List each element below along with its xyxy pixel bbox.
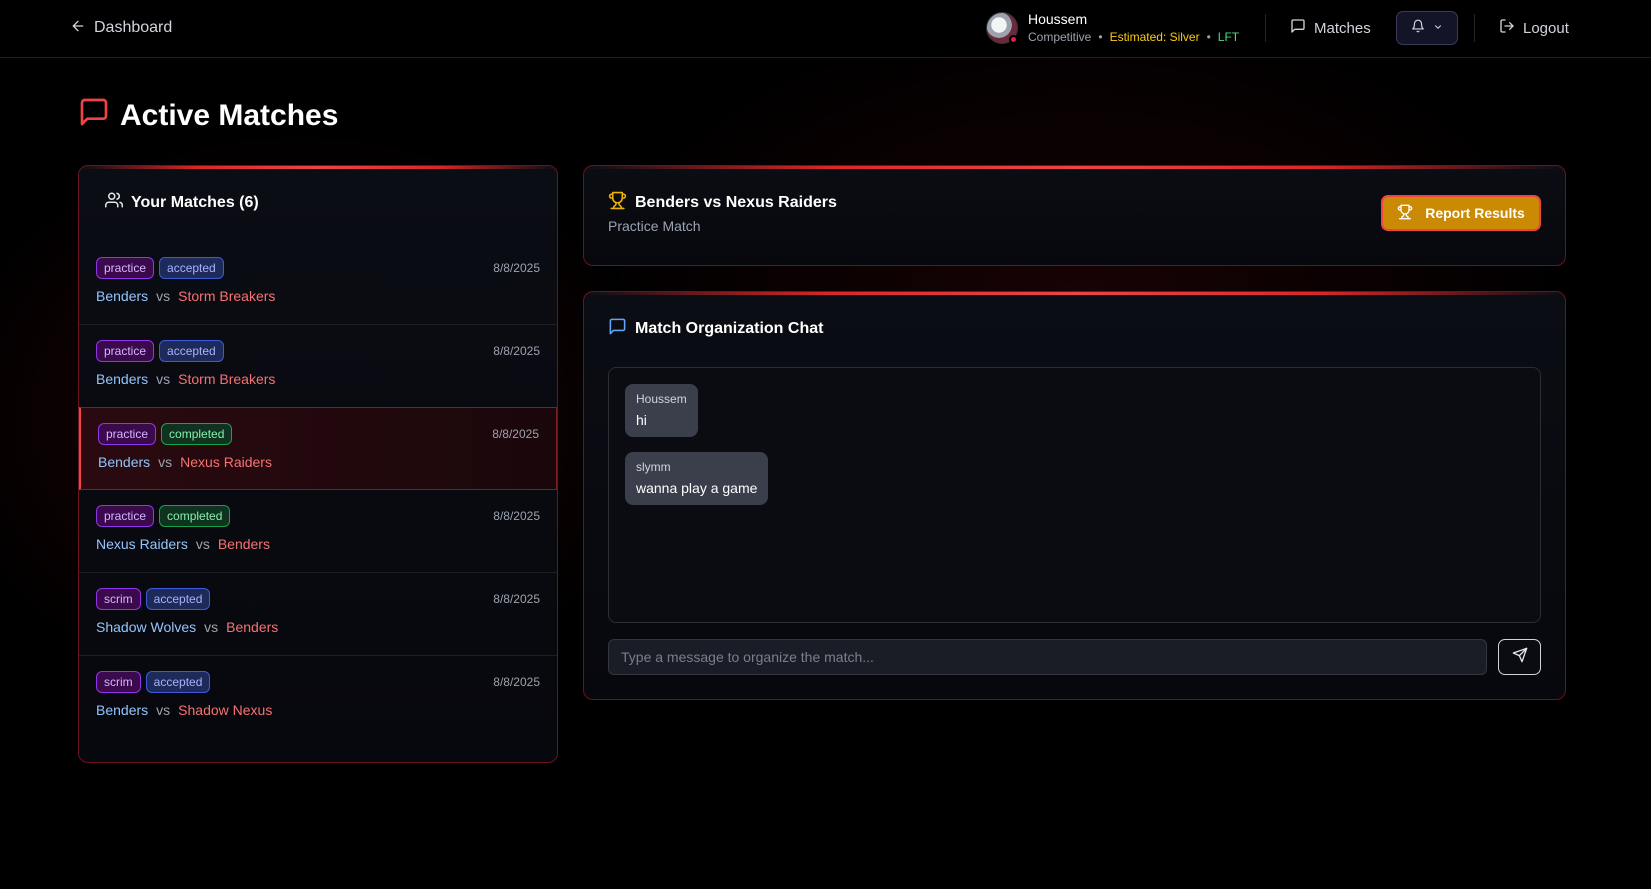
vs-label: vs <box>156 288 171 304</box>
chat-panel: Match Organization Chat Houssem hi slymm… <box>583 291 1566 700</box>
team-b: Storm Breakers <box>178 371 276 387</box>
team-b: Storm Breakers <box>178 288 276 304</box>
user-meta: Competitive • Estimated: Silver • LFT <box>1028 29 1239 45</box>
trophy-icon <box>608 191 627 215</box>
match-type-badge: practice <box>96 257 155 279</box>
page-title-text: Active Matches <box>120 99 339 132</box>
team-b: Benders <box>217 536 270 552</box>
match-item[interactable]: practice accepted 8/8/2025 Benders vs St… <box>79 242 557 325</box>
logout-icon <box>1499 18 1515 38</box>
logout-label: Logout <box>1523 19 1569 37</box>
match-status-badge: accepted <box>159 340 224 362</box>
notifications-button[interactable] <box>1396 11 1458 45</box>
match-status-badge: accepted <box>145 671 211 693</box>
match-date: 8/8/2025 <box>493 675 540 689</box>
trophy-icon <box>1397 204 1413 223</box>
team-a: Benders <box>96 371 149 387</box>
match-type-badge: practice <box>96 340 155 362</box>
page-title: Active Matches <box>78 96 338 136</box>
match-detail-title: Benders vs Nexus Raiders <box>635 194 837 211</box>
status-dot <box>1009 35 1018 44</box>
top-bar: Dashboard Houssem Competitive • Estimate… <box>0 0 1651 58</box>
vs-label: vs <box>156 371 171 387</box>
match-type-badge: scrim <box>96 671 141 693</box>
match-date: 8/8/2025 <box>493 261 540 275</box>
match-type-badge: scrim <box>96 588 141 610</box>
user-status: LFT <box>1217 30 1240 44</box>
team-a: Benders <box>96 288 149 304</box>
team-a: Nexus Raiders <box>96 536 188 552</box>
chat-messages[interactable]: Houssem hi slymm wanna play a game <box>608 367 1541 623</box>
chat-message-input[interactable] <box>608 639 1487 675</box>
message-author: slymm <box>636 460 671 474</box>
match-item-selected[interactable]: practice completed 8/8/2025 Benders vs N… <box>79 407 557 490</box>
message-text: hi <box>636 412 647 428</box>
match-date: 8/8/2025 <box>493 509 540 523</box>
chevron-down-icon <box>1433 19 1443 37</box>
team-b: Shadow Nexus <box>178 702 273 718</box>
match-item[interactable]: practice accepted 8/8/2025 Benders vs St… <box>79 325 557 408</box>
chat-message: slymm wanna play a game <box>625 452 769 505</box>
match-status-badge: completed <box>161 423 233 445</box>
avatar <box>986 12 1018 44</box>
arrow-left-icon <box>70 18 86 39</box>
report-results-label: Report Results <box>1425 205 1525 221</box>
message-square-icon <box>78 96 110 136</box>
match-type-badge: practice <box>96 505 155 527</box>
report-results-button[interactable]: Report Results <box>1381 195 1541 231</box>
back-link-label: Dashboard <box>94 19 173 36</box>
user-profile[interactable]: Houssem Competitive • Estimated: Silver … <box>986 11 1239 45</box>
team-b: Benders <box>226 619 279 635</box>
logout-button[interactable]: Logout <box>1499 18 1569 38</box>
send-message-button[interactable] <box>1498 639 1541 675</box>
meta-separator: • <box>1098 30 1103 44</box>
user-name: Houssem <box>1028 11 1088 27</box>
team-a: Shadow Wolves <box>96 619 197 635</box>
team-a: Benders <box>96 702 149 718</box>
matches-panel: Your Matches (6) practice accepted 8/8/2… <box>78 165 558 763</box>
match-detail-subtitle: Practice Match <box>608 218 701 234</box>
match-item[interactable]: scrim accepted 8/8/2025 Benders vs Shado… <box>79 656 557 739</box>
match-item[interactable]: practice completed 8/8/2025 Nexus Raider… <box>79 490 557 573</box>
meta-separator: • <box>1206 30 1211 44</box>
match-item[interactable]: scrim accepted 8/8/2025 Shadow Wolves vs… <box>79 573 557 656</box>
match-date: 8/8/2025 <box>493 344 540 358</box>
vs-label: vs <box>204 619 219 635</box>
message-author: Houssem <box>636 392 687 406</box>
match-status-badge: accepted <box>159 257 224 279</box>
match-type-badge: practice <box>98 423 157 445</box>
chat-message: Houssem hi <box>625 384 698 437</box>
team-b: Nexus Raiders <box>180 454 272 470</box>
vs-label: vs <box>195 536 210 552</box>
users-icon <box>105 191 123 214</box>
team-a: Benders <box>98 454 151 470</box>
nav-divider <box>1265 14 1266 42</box>
matches-panel-title: Your Matches (6) <box>131 193 259 211</box>
match-date: 8/8/2025 <box>492 427 539 441</box>
chat-title: Match Organization Chat <box>635 320 824 337</box>
matches-panel-header: Your Matches (6) <box>105 191 259 214</box>
message-square-icon <box>608 317 627 341</box>
user-rank: Estimated: Silver <box>1109 30 1200 44</box>
nav-matches-label: Matches <box>1314 19 1371 37</box>
bell-icon <box>1411 19 1425 38</box>
match-detail-panel: Benders vs Nexus Raiders Practice Match … <box>583 165 1566 266</box>
message-text: wanna play a game <box>636 480 758 496</box>
nav-matches-link[interactable]: Matches <box>1290 18 1371 38</box>
vs-label: vs <box>158 454 173 470</box>
chat-panel-header: Match Organization Chat <box>608 317 823 341</box>
match-status-badge: accepted <box>145 588 211 610</box>
match-status-badge: completed <box>159 505 231 527</box>
message-square-icon <box>1290 18 1306 38</box>
back-to-dashboard-link[interactable]: Dashboard <box>70 17 172 39</box>
vs-label: vs <box>156 702 171 718</box>
match-date: 8/8/2025 <box>493 592 540 606</box>
match-detail-header: Benders vs Nexus Raiders <box>608 191 837 215</box>
send-icon <box>1512 647 1528 668</box>
user-mode: Competitive <box>1028 30 1092 44</box>
nav-divider <box>1474 14 1475 42</box>
